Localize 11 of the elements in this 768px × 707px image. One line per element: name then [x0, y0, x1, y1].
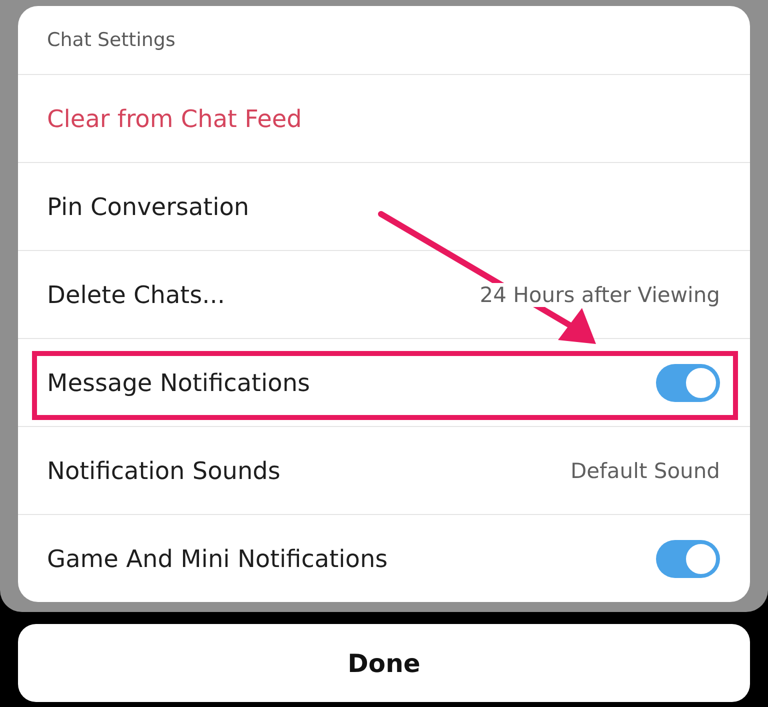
setting-label[interactable]: Message Notifications: [47, 368, 310, 396]
sheet-title: Chat Settings: [47, 29, 176, 51]
setting-label[interactable]: Game And Mini Notifications: [47, 544, 388, 572]
done-button[interactable]: Done: [18, 624, 750, 702]
toggle-switch[interactable]: [656, 540, 720, 578]
setting-label[interactable]: Clear from Chat Feed: [47, 104, 302, 132]
setting-label[interactable]: Pin Conversation: [47, 192, 250, 220]
setting-value[interactable]: 24 Hours after Viewing: [480, 282, 720, 306]
setting-label[interactable]: Notification Sounds: [47, 456, 280, 484]
toggle-switch[interactable]: [656, 364, 720, 402]
setting-label[interactable]: Delete Chats...: [47, 280, 225, 308]
